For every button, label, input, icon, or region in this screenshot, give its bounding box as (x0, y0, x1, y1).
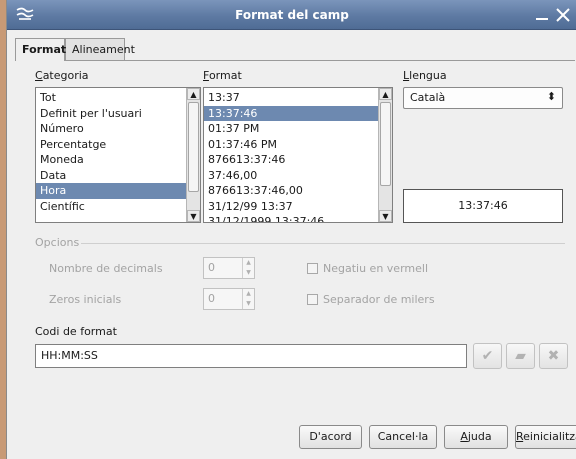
format-preview: 13:37:46 (403, 189, 563, 223)
checkbox-box[interactable] (307, 294, 318, 305)
options-legend: Opcions (35, 236, 80, 249)
list-item[interactable]: 31/12/99 13:37 (204, 199, 392, 215)
category-items: Tot Definit per l'usuari Número Percentatge… (36, 88, 200, 214)
accept-code-button[interactable]: ✔ (473, 343, 502, 369)
format-scrollbar[interactable]: ▲ ▼ (378, 88, 392, 222)
list-item[interactable]: Data (36, 168, 200, 184)
scroll-down-arrow-icon[interactable]: ▼ (379, 210, 392, 222)
delete-x-icon: ✖ (547, 348, 560, 364)
negative-red-checkbox[interactable]: Negatiu en vermell (307, 262, 428, 275)
scroll-down-arrow-icon[interactable]: ▼ (187, 210, 200, 222)
language-label: Llengua (403, 69, 447, 82)
scroll-up-arrow-icon[interactable]: ▲ (187, 88, 200, 100)
list-item[interactable]: Definit per l'usuari (36, 106, 200, 122)
checkbox-box[interactable] (307, 263, 318, 274)
list-item[interactable]: Moneda (36, 152, 200, 168)
format-panel: Categoria Tot Definit per l'usuari Número P… (15, 60, 576, 449)
decimals-label: Nombre de decimals (49, 262, 163, 275)
category-scrollbar[interactable]: ▲ ▼ (186, 88, 200, 222)
tab-alignment[interactable]: Alineament (65, 38, 135, 60)
format-label: Format (203, 69, 242, 82)
stepper-arrows-icon[interactable]: ▲ ▼ (242, 258, 254, 278)
thousands-separator-label: Separador de milers (323, 293, 435, 306)
list-item[interactable]: Percentatge (36, 137, 200, 153)
minimize-icon[interactable] (533, 6, 551, 24)
title-bar: Format del camp (7, 0, 576, 30)
leading-zeros-label: Zeros inicials (49, 293, 122, 306)
category-list[interactable]: Tot Definit per l'usuari Número Percentatge… (35, 87, 201, 223)
language-select[interactable]: Català ⬍ (403, 87, 563, 109)
format-list[interactable]: 13:37 13:37:46 01:37 PM 01:37:46 PM 876613:3… (203, 87, 393, 223)
thousands-separator-checkbox[interactable]: Separador de milers (307, 293, 435, 306)
window-title: Format del camp (235, 8, 349, 22)
scroll-up-arrow-icon[interactable]: ▲ (379, 88, 392, 100)
list-item[interactable]: Número (36, 121, 200, 137)
decimals-stepper[interactable]: 0 ▲ ▼ (203, 257, 255, 279)
format-code-label: Codi de format (35, 325, 117, 338)
options-separator (81, 243, 565, 244)
category-label: Categoria (35, 69, 89, 82)
leading-zeros-stepper[interactable]: 0 ▲ ▼ (203, 288, 255, 310)
stepper-arrows-icon[interactable]: ▲ ▼ (242, 289, 254, 309)
close-icon[interactable] (554, 6, 572, 24)
list-item[interactable]: 01:37:46 PM (204, 137, 392, 153)
list-item[interactable]: 876613:37:46 (204, 152, 392, 168)
comment-icon: ▰ (515, 348, 526, 364)
leading-zeros-value: 0 (208, 292, 215, 305)
list-item[interactable]: 13:37 (204, 90, 392, 106)
list-item[interactable]: 37:46,00 (204, 168, 392, 184)
list-item[interactable]: Tot (36, 90, 200, 106)
scroll-thumb[interactable] (380, 102, 391, 186)
ok-button[interactable]: D'acord (299, 425, 362, 449)
dialog-window: Format del camp Format Alineament Catego… (6, 0, 576, 459)
list-item[interactable]: 876613:37:46,00 (204, 183, 392, 199)
checkmark-icon: ✔ (481, 348, 494, 364)
help-button[interactable]: Ajuda (444, 425, 508, 449)
format-code-value: HH:MM:SS (41, 349, 98, 362)
list-item[interactable]: 31/12/1999 13:37:46 (204, 214, 392, 222)
format-code-input[interactable]: HH:MM:SS (35, 344, 467, 368)
reset-button[interactable]: Reinicialitza (515, 425, 576, 449)
language-value: Català (410, 91, 446, 104)
cancel-button[interactable]: Cancel·la (369, 425, 437, 449)
delete-code-button[interactable]: ✖ (539, 343, 568, 369)
list-item[interactable]: 01:37 PM (204, 121, 392, 137)
format-items: 13:37 13:37:46 01:37 PM 01:37:46 PM 876613:3… (204, 88, 392, 222)
negative-red-label: Negatiu en vermell (323, 262, 428, 275)
scroll-thumb[interactable] (188, 102, 199, 192)
list-item[interactable]: Científic (36, 199, 200, 215)
decimals-value: 0 (208, 261, 215, 274)
preview-text: 13:37:46 (458, 199, 508, 212)
edit-comment-button[interactable]: ▰ (506, 343, 535, 369)
list-item[interactable]: 13:37:46 (204, 105, 392, 121)
list-item[interactable]: Hora (36, 183, 200, 199)
tab-format[interactable]: Format (15, 38, 66, 61)
updown-arrow-icon: ⬍ (546, 90, 556, 103)
